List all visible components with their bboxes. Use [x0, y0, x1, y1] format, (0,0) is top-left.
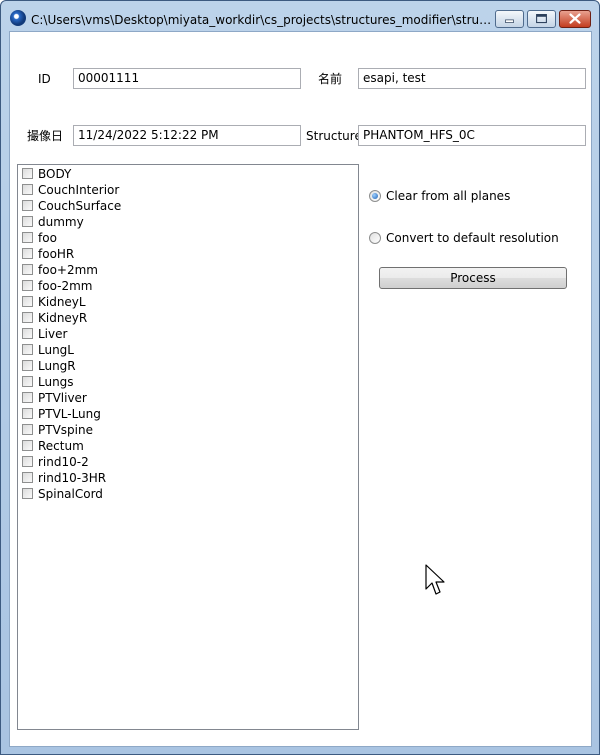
- structure-checkbox[interactable]: [22, 280, 33, 291]
- structure-label: foo: [38, 231, 57, 245]
- structure-checkbox[interactable]: [22, 488, 33, 499]
- structure-checkbox[interactable]: [22, 248, 33, 259]
- structure-label: Lungs: [38, 375, 74, 389]
- structure-label: CouchInterior: [38, 183, 120, 197]
- structure-label: dummy: [38, 215, 84, 229]
- structure-field[interactable]: PHANTOM_HFS_0C: [358, 125, 586, 146]
- structure-checkbox[interactable]: [22, 296, 33, 307]
- process-button[interactable]: Process: [379, 267, 567, 289]
- structure-label: fooHR: [38, 247, 75, 261]
- structure-label: KidneyL: [38, 295, 86, 309]
- close-icon: [569, 13, 581, 24]
- structure-checkbox[interactable]: [22, 392, 33, 403]
- client-area: ID 00001111 名前 esapi, test 撮像日 11/24/202…: [9, 31, 592, 747]
- structure-label: rind10-2: [38, 455, 89, 469]
- structure-label: BODY: [38, 167, 72, 181]
- structure-checkbox[interactable]: [22, 328, 33, 339]
- structure-label: PTVL-Lung: [38, 407, 101, 421]
- convert-resolution-label: Convert to default resolution: [386, 231, 559, 245]
- application-window: C:\Users\vms\Desktop\miyata_workdir\cs_p…: [0, 0, 600, 755]
- structure-checkbox[interactable]: [22, 376, 33, 387]
- structure-checkbox[interactable]: [22, 232, 33, 243]
- structure-checkbox[interactable]: [22, 312, 33, 323]
- structure-checkbox[interactable]: [22, 408, 33, 419]
- date-label: 撮像日: [27, 129, 64, 143]
- minimize-icon: [505, 19, 514, 23]
- maximize-button[interactable]: [527, 10, 556, 28]
- id-label: ID: [38, 72, 51, 86]
- mouse-cursor-icon: [425, 564, 445, 595]
- structure-label: SpinalCord: [38, 487, 103, 501]
- structure-label: PTVspine: [38, 423, 93, 437]
- structure-label: Rectum: [38, 439, 84, 453]
- structure-label: PTVliver: [38, 391, 87, 405]
- structure-checkbox[interactable]: [22, 216, 33, 227]
- structure-label: foo-2mm: [38, 279, 93, 293]
- name-field[interactable]: esapi, test: [358, 68, 586, 89]
- structure-checkbox[interactable]: [22, 184, 33, 195]
- structure-label: LungL: [38, 343, 74, 357]
- structure-label: CouchSurface: [38, 199, 122, 213]
- maximize-icon: [536, 14, 547, 24]
- clear-planes-radio[interactable]: [369, 190, 381, 202]
- window-title: C:\Users\vms\Desktop\miyata_workdir\cs_p…: [31, 13, 493, 27]
- clear-planes-label: Clear from all planes: [386, 189, 511, 203]
- structure-checkbox[interactable]: [22, 168, 33, 179]
- structure-checkbox[interactable]: [22, 440, 33, 451]
- title-bar[interactable]: C:\Users\vms\Desktop\miyata_workdir\cs_p…: [1, 1, 599, 31]
- convert-resolution-radio[interactable]: [369, 232, 381, 244]
- structure-label: LungR: [38, 359, 76, 373]
- structure-checkbox[interactable]: [22, 344, 33, 355]
- structure-checkbox[interactable]: [22, 360, 33, 371]
- name-label: 名前: [318, 72, 343, 86]
- structure-checkbox[interactable]: [22, 472, 33, 483]
- structure-list[interactable]: BODY CouchInterior CouchSurface dummy foo foo…: [17, 164, 359, 730]
- minimize-button[interactable]: [495, 10, 524, 28]
- id-field[interactable]: 00001111: [73, 68, 301, 89]
- structure-label: Structure: [306, 129, 362, 143]
- app-icon[interactable]: [10, 10, 26, 26]
- date-field[interactable]: 11/24/2022 5:12:22 PM: [73, 125, 301, 146]
- structure-checkbox[interactable]: [22, 264, 33, 275]
- close-button[interactable]: [559, 10, 591, 28]
- structure-label: KidneyR: [38, 311, 88, 325]
- structure-label: Liver: [38, 327, 68, 341]
- structure-label: rind10-3HR: [38, 471, 107, 485]
- structure-checkbox[interactable]: [22, 200, 33, 211]
- structure-label: foo+2mm: [38, 263, 98, 277]
- structure-checkbox[interactable]: [22, 424, 33, 435]
- structure-checkbox[interactable]: [22, 456, 33, 467]
